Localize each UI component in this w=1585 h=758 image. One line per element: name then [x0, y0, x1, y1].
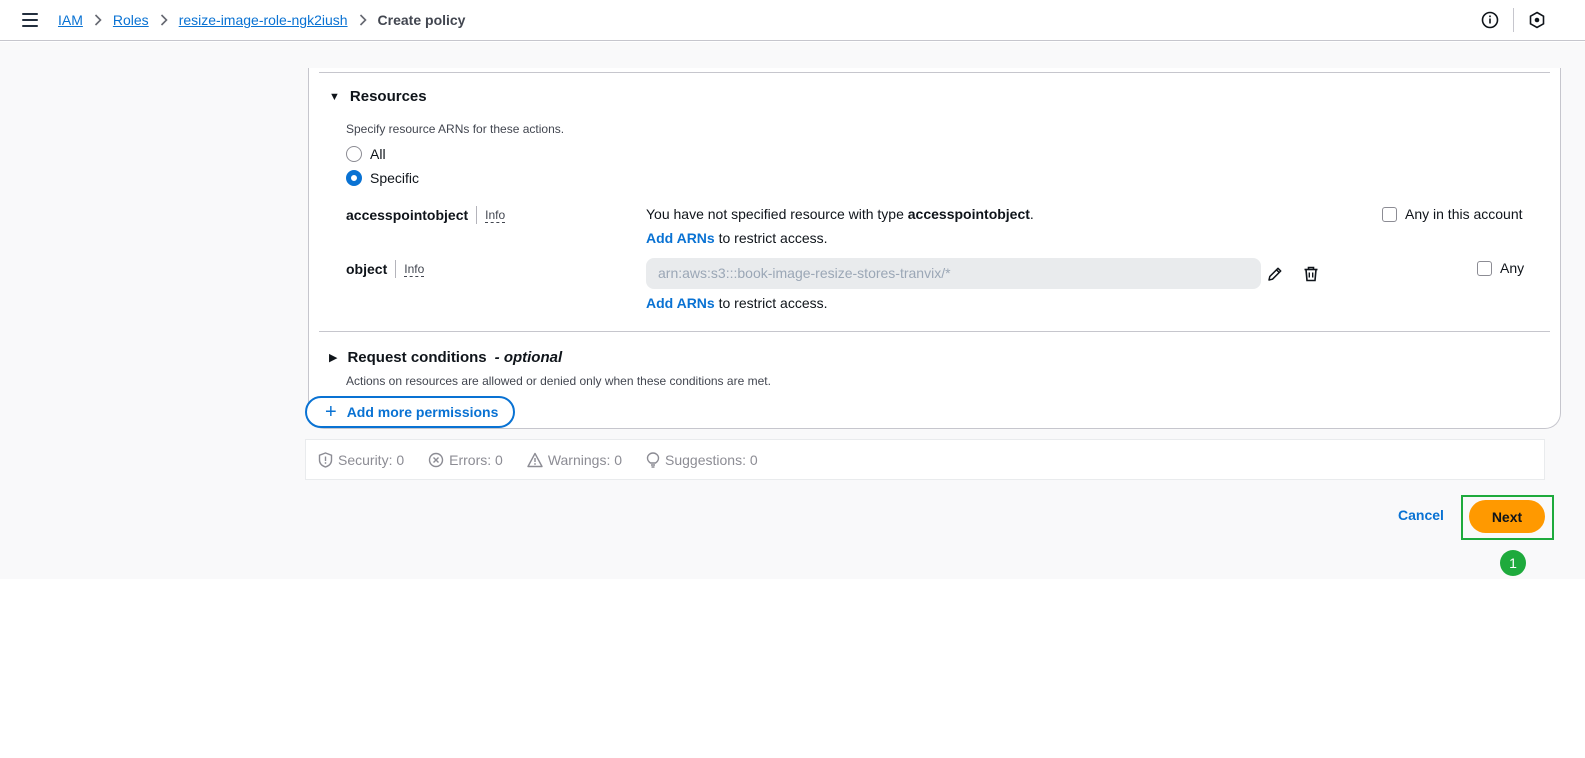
- chevron-right-icon: [94, 14, 102, 26]
- no-resource-message: You have not specified resource with typ…: [646, 206, 1034, 222]
- breadcrumb-role[interactable]: resize-image-role-ngk2iush: [179, 12, 348, 28]
- request-conditions-toggle[interactable]: ▶ Request conditions - optional: [329, 349, 562, 366]
- checkbox[interactable]: [1382, 206, 1397, 222]
- message-prefix: You have not specified resource with typ…: [646, 206, 908, 222]
- menu-icon[interactable]: [22, 13, 38, 27]
- add-arns-suffix: to restrict access.: [714, 230, 828, 246]
- info-icon[interactable]: [1481, 11, 1499, 29]
- next-button[interactable]: Next: [1469, 500, 1545, 533]
- caret-right-icon: ▶: [329, 352, 338, 364]
- radio-all[interactable]: All: [346, 146, 386, 162]
- add-arns-link[interactable]: Add ARNs: [646, 230, 715, 246]
- top-navigation: IAM Roles resize-image-role-ngk2iush Cre…: [0, 0, 1585, 41]
- suggestions-status[interactable]: Suggestions: 0: [646, 452, 758, 468]
- breadcrumb: IAM Roles resize-image-role-ngk2iush Cre…: [58, 12, 465, 28]
- trash-icon[interactable]: [1302, 265, 1320, 283]
- divider: [476, 206, 478, 224]
- annotation-badge: 1: [1500, 550, 1526, 576]
- any-in-account-checkbox[interactable]: Any in this account: [1382, 206, 1523, 222]
- topbar-divider: [1513, 8, 1514, 32]
- info-link[interactable]: Info: [485, 208, 506, 223]
- breadcrumb-current: Create policy: [377, 12, 466, 28]
- message-suffix: .: [1029, 206, 1034, 222]
- radio-specific-label: Specific: [370, 170, 420, 186]
- divider: [319, 331, 1550, 332]
- breadcrumb-roles[interactable]: Roles: [113, 12, 149, 28]
- security-count: Security: 0: [338, 451, 405, 468]
- cloudshell-icon[interactable]: [1528, 11, 1546, 29]
- add-arns-object: Add ARNs to restrict access.: [646, 295, 828, 311]
- optional-label: - optional: [494, 349, 563, 366]
- resources-section-toggle[interactable]: ▼ Resources: [329, 88, 427, 105]
- warnings-status[interactable]: Warnings: 0: [527, 452, 622, 468]
- request-conditions-description: Actions on resources are allowed or deni…: [346, 374, 771, 388]
- radio-all-label: All: [370, 146, 386, 162]
- divider: [319, 72, 1550, 73]
- resource-type-label: accesspointobject: [346, 207, 469, 223]
- suggestions-count: Suggestions: 0: [665, 451, 758, 468]
- checkbox[interactable]: [1477, 260, 1492, 276]
- permissions-card: ▼ Resources Specify resource ARNs for th…: [308, 68, 1561, 429]
- info-link[interactable]: Info: [404, 262, 425, 277]
- chevron-right-icon: [359, 14, 367, 26]
- add-more-permissions-label: Add more permissions: [346, 404, 499, 420]
- main-content: ▼ Resources Specify resource ARNs for th…: [0, 42, 1585, 579]
- resources-description: Specify resource ARNs for these actions.: [346, 122, 565, 136]
- checkbox-label: Any in this account: [1405, 206, 1523, 222]
- breadcrumb-iam[interactable]: IAM: [58, 12, 83, 28]
- radio-button[interactable]: [346, 146, 362, 162]
- add-arns-accesspointobject: Add ARNs to restrict access.: [646, 230, 828, 246]
- divider: [395, 260, 397, 278]
- plus-icon: +: [325, 401, 337, 423]
- edit-pencil-icon[interactable]: [1266, 265, 1284, 283]
- caret-down-icon: ▼: [329, 90, 340, 103]
- shield-icon: [318, 451, 333, 468]
- radio-button-checked[interactable]: [346, 170, 362, 186]
- warning-icon: [527, 452, 543, 467]
- any-object-checkbox[interactable]: Any: [1477, 260, 1524, 276]
- add-arns-link[interactable]: Add ARNs: [646, 295, 715, 311]
- cancel-button[interactable]: Cancel: [1398, 507, 1444, 523]
- request-conditions-title: Request conditions: [347, 349, 487, 366]
- resources-title: Resources: [349, 88, 427, 105]
- resource-type-label: object: [346, 261, 388, 277]
- warnings-count: Warnings: 0: [547, 451, 623, 468]
- security-status[interactable]: Security: 0: [318, 452, 404, 468]
- add-arns-suffix: to restrict access.: [714, 295, 828, 311]
- policy-validation-bar: Security: 0 Errors: 0 Warnings: 0 Sugges…: [305, 439, 1545, 480]
- arn-input-disabled: arn:aws:s3:::book-image-resize-stores-tr…: [646, 258, 1261, 289]
- resource-type-accesspointobject: accesspointobject Info: [346, 206, 506, 224]
- lightbulb-icon: [646, 451, 660, 468]
- resource-type-object: object Info: [346, 260, 425, 278]
- errors-status[interactable]: Errors: 0: [428, 452, 503, 468]
- checkbox-label: Any: [1500, 260, 1525, 276]
- errors-count: Errors: 0: [449, 451, 503, 468]
- radio-specific[interactable]: Specific: [346, 170, 419, 186]
- error-icon: [428, 452, 444, 467]
- chevron-right-icon: [160, 14, 168, 26]
- add-more-permissions-button[interactable]: + Add more permissions: [305, 396, 515, 428]
- message-type: accesspointobject: [907, 206, 1030, 222]
